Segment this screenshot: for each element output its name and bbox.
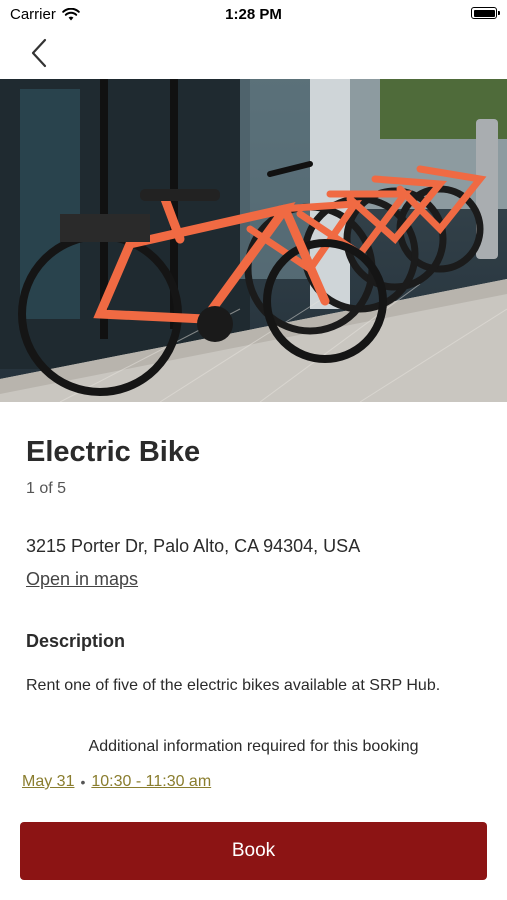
back-chevron-icon [31,38,47,68]
resource-count: 1 of 5 [26,480,67,497]
battery-icon [471,7,500,19]
date-link[interactable]: May 31 [22,773,74,791]
additional-info-note: Additional information required for this… [88,738,419,755]
description-heading: Description [26,631,126,651]
time-link[interactable]: 10:30 - 11:30 am [91,773,211,791]
open-in-maps-link[interactable]: Open in maps [26,569,481,590]
slot-separator: • [80,774,86,790]
description-text: Rent one of five of the electric bikes a… [26,677,441,694]
book-button[interactable]: Book [20,822,487,880]
resource-photo [0,79,507,402]
resource-address: 3215 Porter Dr, Palo Alto, CA 94304, USA [26,536,361,556]
back-button[interactable] [26,36,56,70]
status-bar: Carrier 1:28 PM [0,0,507,28]
resource-title: Electric Bike [26,436,201,468]
nav-bar [0,28,507,79]
selected-slot: May 31 • 10:30 - 11:30 am [22,773,211,791]
status-time: 1:28 PM [225,6,282,23]
